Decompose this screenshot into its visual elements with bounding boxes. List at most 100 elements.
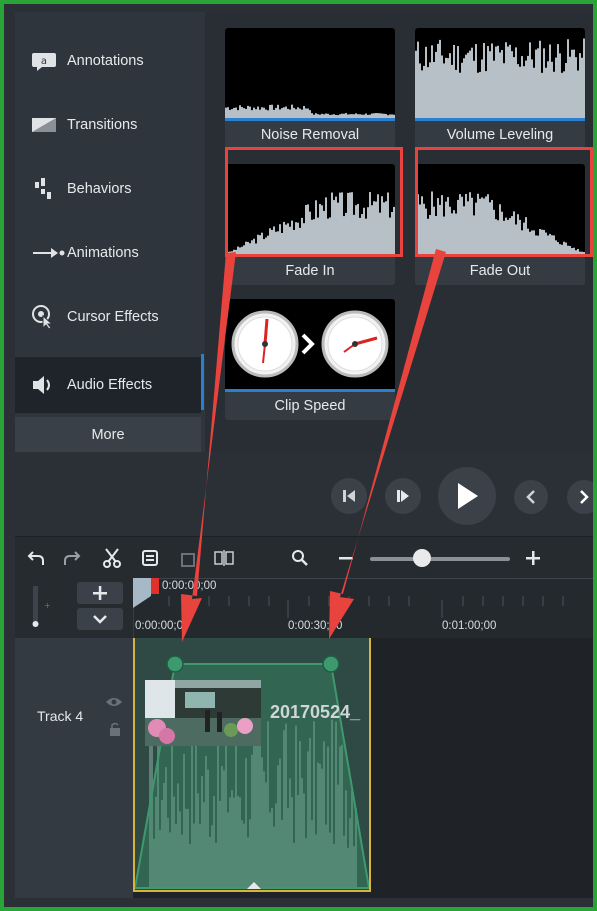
minus-icon	[339, 557, 353, 560]
waveform-bar	[293, 107, 295, 118]
cursor-icon	[31, 304, 67, 330]
previous-marker-button[interactable]	[514, 480, 548, 514]
eye-icon	[106, 698, 122, 706]
waveform-bar	[295, 109, 297, 118]
zoom-out-button[interactable]	[333, 545, 359, 571]
waveform-bar	[567, 39, 569, 118]
waveform-bar	[241, 107, 243, 118]
waveform-bar	[527, 55, 529, 118]
waveform-bar	[529, 42, 531, 118]
effect-tile-clip-speed[interactable]: Clip Speed	[225, 299, 395, 420]
waveform-bar	[417, 41, 419, 118]
waveform-bar	[465, 54, 467, 118]
waveform-bar	[265, 109, 267, 118]
waveform-bar	[507, 46, 509, 118]
waveform-bar	[477, 72, 479, 118]
waveform-bar	[513, 57, 515, 118]
waveform-bar	[245, 108, 247, 118]
clock-icon	[231, 310, 389, 378]
waveform-bar	[271, 104, 273, 118]
clip-name: 20170524_	[270, 702, 361, 722]
waveform-bar	[575, 57, 577, 118]
waveform-bar	[525, 60, 527, 118]
media-clip[interactable]: 20170524_	[133, 638, 371, 892]
waveform-bar	[453, 44, 455, 118]
step-back-button[interactable]	[331, 478, 367, 514]
more-button[interactable]: More	[15, 417, 201, 452]
timeline-ruler[interactable]: 0:00:00;00 0:00:00;00 0:00:30;00 0:01:00…	[133, 578, 593, 638]
waveform-bar	[573, 49, 575, 118]
track-header[interactable]: Track 4	[15, 638, 133, 898]
waveform-bar	[493, 60, 495, 118]
add-track-button[interactable]	[77, 582, 123, 604]
next-marker-button[interactable]	[567, 480, 593, 514]
waveform-bar	[459, 72, 461, 118]
waveform-bar	[583, 38, 585, 118]
zoom-button[interactable]	[287, 545, 313, 571]
waveform-bar	[257, 106, 259, 118]
waveform-bar	[275, 107, 277, 118]
paste-button[interactable]	[175, 545, 201, 571]
zoom-slider-thumb[interactable]	[413, 549, 431, 567]
scissors-icon	[103, 548, 121, 568]
sidebar-item-behaviors[interactable]: Behaviors	[15, 161, 201, 217]
sidebar-item-transitions[interactable]: Transitions	[15, 97, 201, 153]
waveform-bar	[425, 46, 427, 118]
redo-button[interactable]	[59, 545, 85, 571]
waveform-bar	[531, 59, 533, 118]
effect-label: Volume Leveling	[446, 127, 554, 143]
effect-label: Noise Removal	[260, 127, 360, 143]
timeline-scrollbar[interactable]	[15, 898, 593, 907]
waveform-bar	[435, 51, 437, 118]
waveform-bar	[497, 45, 499, 118]
split-button[interactable]	[211, 545, 237, 571]
step-forward-button[interactable]	[385, 478, 421, 514]
waveform-bar	[229, 109, 231, 118]
waveform-bar	[261, 107, 263, 118]
sidebar-item-cursor-effects[interactable]: Cursor Effects	[15, 289, 201, 345]
cut-button[interactable]	[99, 545, 125, 571]
magnifier-icon	[292, 550, 308, 566]
waveform-bar	[421, 70, 423, 118]
plus-icon	[526, 551, 540, 565]
copy-button[interactable]	[137, 545, 163, 571]
play-button[interactable]	[438, 467, 496, 525]
track-options-button[interactable]	[77, 608, 123, 630]
sidebar-item-animations[interactable]: Animations	[15, 225, 201, 281]
effect-tile-noise-removal[interactable]: Noise Removal	[225, 28, 395, 149]
paste-icon	[181, 553, 195, 567]
waveform-bar	[475, 44, 477, 118]
waveform-bar	[441, 55, 443, 118]
waveform-bar	[515, 47, 517, 118]
waveform-bar	[543, 48, 545, 118]
behaviors-icon	[31, 176, 67, 202]
effect-tile-volume-leveling[interactable]: Volume Leveling	[415, 28, 585, 149]
waveform-bar	[243, 108, 245, 118]
waveform-thumbnail	[225, 28, 395, 118]
waveform-bar	[509, 44, 511, 118]
waveform-bar	[247, 105, 249, 118]
waveform-bar	[429, 62, 431, 118]
waveform-bar	[553, 71, 555, 118]
waveform-bar	[489, 51, 491, 118]
effect-label: Clip Speed	[274, 398, 346, 414]
waveform-bar	[263, 107, 265, 118]
waveform-bar	[273, 109, 275, 118]
track-4: Track 4 20170524_	[15, 638, 593, 898]
waveform-bar	[565, 62, 567, 118]
svg-text:a: a	[41, 56, 47, 67]
waveform-bar	[439, 39, 441, 118]
waveform-bar	[267, 110, 269, 118]
lock-icon	[110, 722, 120, 736]
undo-button[interactable]	[23, 545, 49, 571]
sidebar-item-annotations[interactable]: a Annotations	[15, 33, 201, 89]
waveform-bar	[481, 59, 483, 118]
waveform-bar	[569, 56, 571, 118]
waveform-bar	[279, 109, 281, 118]
track-volume-control[interactable]: +	[29, 584, 51, 630]
zoom-slider-track[interactable]	[370, 557, 510, 561]
sidebar-item-audio-effects[interactable]: Audio Effects	[15, 357, 201, 413]
zoom-in-button[interactable]	[520, 545, 546, 571]
waveform-bar	[577, 70, 579, 118]
animation-arrow-icon	[31, 245, 67, 261]
